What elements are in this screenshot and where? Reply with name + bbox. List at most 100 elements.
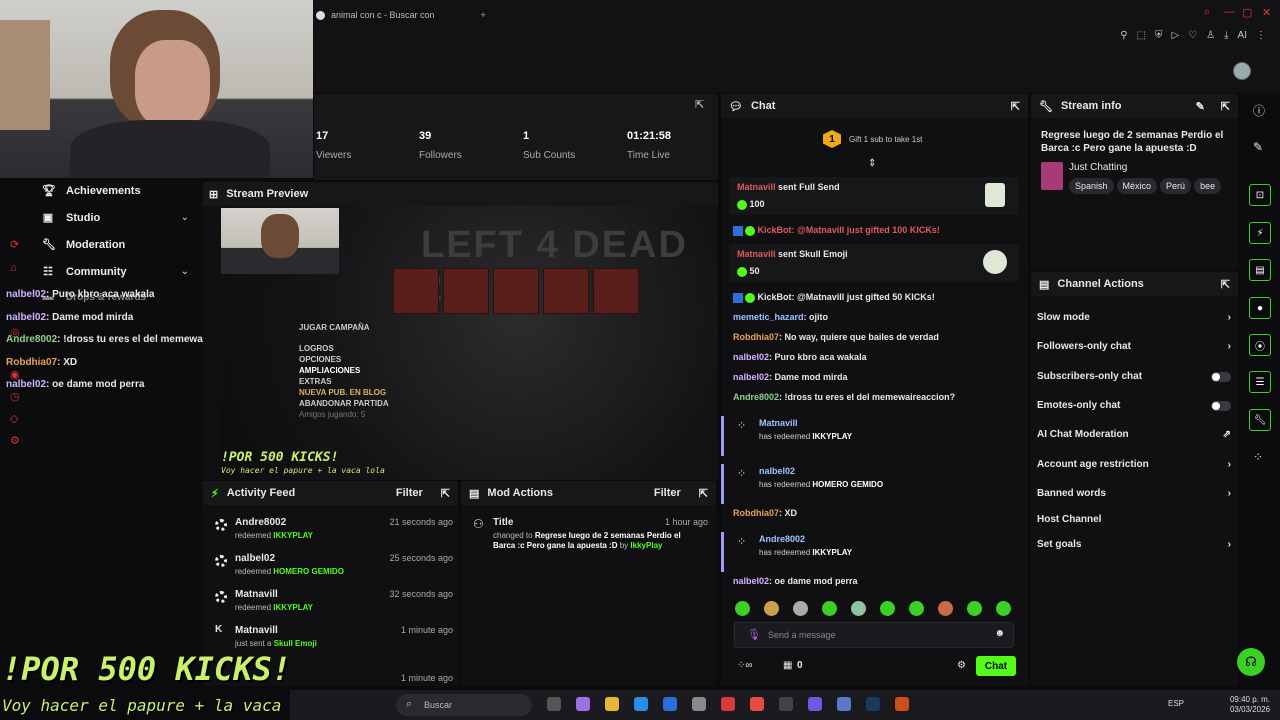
emote-icon[interactable] [880, 601, 895, 616]
sidebar-red-icon[interactable]: ⟳ [10, 238, 19, 251]
taskbar-search[interactable]: ⌕ Buscar [396, 694, 532, 716]
pin-icon[interactable]: ⚲ [1120, 30, 1127, 41]
filter-button[interactable]: Filter [654, 487, 681, 499]
action-host-channel[interactable]: Host Channel [1037, 514, 1231, 525]
chat-bubble-icon[interactable]: ● [1249, 297, 1271, 319]
steam-icon[interactable] [866, 697, 880, 711]
chat-message[interactable]: Robdhia07: No way, quiere que bailes de … [733, 332, 939, 342]
expand-icon[interactable]: ⇱ [1221, 278, 1230, 291]
app-icon[interactable] [721, 697, 735, 711]
action-ai-moderation[interactable]: AI Chat Moderation ⇗ [1037, 429, 1231, 440]
emote-icon[interactable] [822, 601, 837, 616]
wrench-icon[interactable]: 🔧︎ [1249, 409, 1271, 431]
ai-button[interactable]: AI [1238, 30, 1247, 41]
store-icon[interactable] [663, 697, 677, 711]
shield-icon[interactable]: ⛨ [1155, 30, 1163, 41]
gift-sub-text[interactable]: Gift 1 sub to take 1st [849, 135, 922, 144]
browser-tab[interactable]: animal con c - Buscar con + [316, 8, 486, 22]
edge-icon[interactable] [634, 697, 648, 711]
emote-icon[interactable] [967, 601, 982, 616]
search-icon[interactable]: ⌕ [1204, 6, 1210, 19]
action-followers-only[interactable]: Followers-only chat › [1037, 341, 1231, 352]
app-icon[interactable] [692, 697, 706, 711]
bolt-icon[interactable]: ⚡︎ [1249, 222, 1271, 244]
document-icon[interactable]: ▤ [1249, 259, 1271, 281]
sidebar-red-icon[interactable]: ◇ [10, 412, 18, 425]
close-icon[interactable]: ✕ [1262, 6, 1271, 19]
chat-message[interactable]: memetic_hazard: ojito [733, 312, 828, 322]
chat-message[interactable]: KickBot: @Matnavill just gifted 100 KICK… [733, 225, 940, 236]
new-tab-button[interactable]: + [481, 10, 486, 20]
mic-icon[interactable]: 🎙︎ [747, 628, 761, 641]
server-icon[interactable]: ☰ [1249, 371, 1271, 393]
message-input[interactable]: 🎙︎ Send a message ☻ [734, 622, 1014, 648]
chevron-down-icon[interactable]: ⌄ [181, 266, 189, 277]
screen-icon[interactable]: ⊡ [1249, 184, 1271, 206]
expand-icon[interactable]: ⇱ [1221, 100, 1230, 113]
task-view-icon[interactable] [547, 697, 561, 711]
taskbar-clock[interactable]: 09:40 p. m. 03/03/2026 [1230, 695, 1270, 715]
chevron-down-icon[interactable]: ⌄ [181, 212, 189, 223]
sidebar-item-moderation[interactable]: 🔧︎ Moderation [42, 238, 125, 252]
crop-icon[interactable]: ⬚ [1137, 30, 1146, 41]
profile-avatar[interactable] [1233, 62, 1251, 80]
action-set-goals[interactable]: Set goals › [1037, 539, 1231, 550]
send-chat-button[interactable]: Chat [976, 656, 1016, 676]
emote-icon[interactable] [735, 601, 750, 616]
chat-message[interactable]: nalbel02: Dame mod mirda [733, 372, 848, 382]
sidebar-red-icon[interactable]: ⌂ [10, 262, 17, 274]
sidebar-item-studio[interactable]: ▣ Studio [42, 211, 100, 225]
inventory-icon[interactable]: ▦ [783, 660, 792, 671]
emote-icon[interactable] [764, 601, 779, 616]
app-icon[interactable] [779, 697, 793, 711]
chat-message[interactable]: Andre8002: !dross tu eres el del memewai… [733, 392, 955, 402]
redeem-message[interactable]: ⁘ Andre8002 has redeemed IKKYPLAY [721, 532, 1028, 572]
emote-icon[interactable] [793, 601, 808, 616]
minimize-icon[interactable]: — [1224, 6, 1235, 18]
stream-preview[interactable]: LEFT 4 DEAD 2 JUGAR CAMPAÑA LOGROS OPCIO… [203, 206, 718, 480]
tag[interactable]: bee [1194, 178, 1222, 194]
toggle-switch[interactable] [1211, 371, 1231, 382]
tag[interactable]: Perú [1160, 178, 1192, 194]
play-icon[interactable]: ▷ [1171, 30, 1179, 41]
toggle-switch[interactable] [1211, 400, 1231, 411]
discord-icon[interactable] [808, 697, 822, 711]
action-emotes-only[interactable]: Emotes-only chat [1037, 400, 1231, 411]
heart-icon[interactable]: ♡ [1188, 30, 1197, 41]
expand-icon[interactable]: ⇱ [1011, 100, 1020, 113]
download-icon[interactable]: ⤓ [1224, 30, 1228, 41]
sidebar-item-community[interactable]: ☷ Community [42, 265, 126, 279]
expand-icon[interactable]: ⇱ [441, 487, 450, 500]
redeem-message[interactable]: ⁘ Matnavill has redeemed IKKYPLAY [721, 416, 1028, 456]
community-icon[interactable]: ⁘ [1253, 450, 1263, 464]
expand-icon[interactable]: ⇱ [699, 487, 708, 500]
maximize-icon[interactable]: ▢ [1242, 6, 1252, 19]
chat-message[interactable]: KickBot: @Matnavill just gifted 50 KICKs… [733, 292, 935, 303]
action-subscribers-only[interactable]: Subscribers-only chat [1037, 371, 1231, 382]
copilot-icon[interactable] [576, 697, 590, 711]
chat-message[interactable]: nalbel02: oe dame mod perra [733, 576, 858, 586]
collapse-icon[interactable]: ⇕ [868, 158, 876, 169]
filter-button[interactable]: Filter [396, 487, 423, 499]
tag[interactable]: México [1116, 178, 1158, 194]
broadcast-icon[interactable]: ⦿ [1249, 334, 1271, 356]
redeem-message[interactable]: ⁘ nalbel02 has redeemed HOMERO GEMIDO [721, 464, 1028, 504]
chat-message[interactable]: nalbel02: Puro kbro aca wakala [733, 352, 867, 362]
app-icon[interactable] [837, 697, 851, 711]
edit-icon[interactable]: ✎ [1196, 100, 1205, 113]
person-icon[interactable]: ♙ [1206, 30, 1215, 41]
sidebar-item-achievements[interactable]: 🏆︎ Achievements [42, 184, 141, 198]
emote-icon[interactable] [938, 601, 953, 616]
emoji-icon[interactable]: ☻ [994, 628, 1005, 639]
pencil-icon[interactable]: ✎ [1253, 140, 1263, 154]
action-slow-mode[interactable]: Slow mode › [1037, 312, 1231, 323]
loyalty-icon[interactable]: ⁘∞ [737, 660, 753, 671]
info-icon[interactable]: ⓘ [1253, 102, 1265, 119]
gear-icon[interactable]: ⚙ [957, 660, 966, 671]
expand-icon[interactable]: ⇱ [695, 98, 704, 111]
tag[interactable]: Spanish [1069, 178, 1114, 194]
emote-icon[interactable] [851, 601, 866, 616]
chat-message[interactable]: Robdhia07: XD [733, 508, 797, 518]
help-headset-icon[interactable]: ☊ [1237, 648, 1265, 676]
action-banned-words[interactable]: Banned words › [1037, 488, 1231, 499]
